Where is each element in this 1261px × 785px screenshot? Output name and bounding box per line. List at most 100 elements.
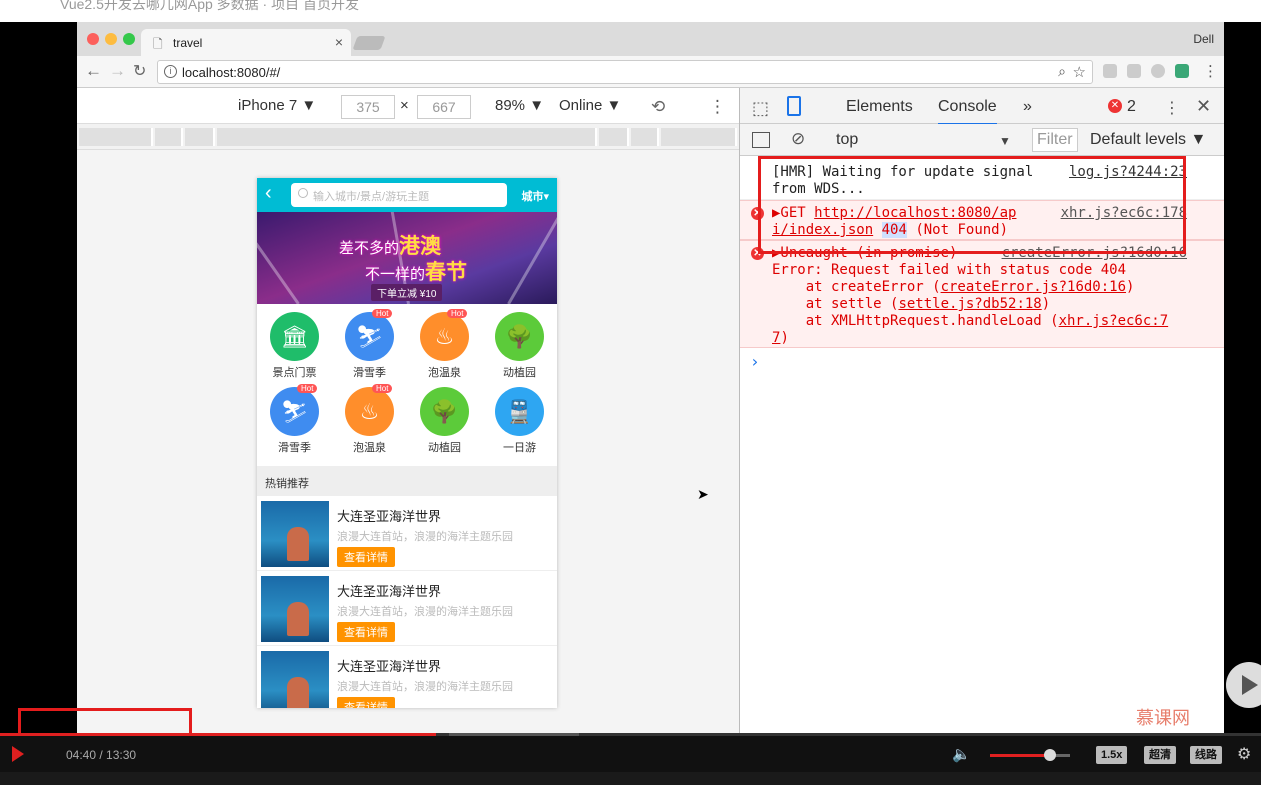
category-label: 滑雪季 <box>278 442 311 454</box>
volume-slider[interactable] <box>990 749 1070 761</box>
route-button[interactable]: 线路 <box>1190 746 1222 764</box>
media-query-segment[interactable] <box>79 128 153 146</box>
detail-button[interactable]: 查看详情 <box>337 622 395 642</box>
search-input[interactable]: 输入城市/景点/游玩主题 <box>291 183 507 207</box>
levels-select[interactable]: Default levels ▼ <box>1090 131 1206 149</box>
extension-icon[interactable] <box>1127 64 1141 78</box>
volume-knob[interactable] <box>1044 749 1056 761</box>
browser-tab[interactable]: 🗋 travel × <box>141 29 351 56</box>
close-devtools-icon[interactable]: ✕ <box>1196 96 1211 117</box>
close-tab-icon[interactable]: × <box>335 34 343 50</box>
detail-button[interactable]: 查看详情 <box>337 697 395 708</box>
context-dropdown-icon[interactable]: ▼ <box>999 134 1011 148</box>
menu-dots-icon[interactable]: ⋮ <box>1203 62 1218 80</box>
tab-console[interactable]: Console <box>938 98 997 125</box>
category-icon: 🚆 <box>495 387 544 436</box>
volume-level <box>990 754 1050 757</box>
more-tabs-icon[interactable]: » <box>1023 98 1032 116</box>
network-select[interactable]: Online ▼ <box>559 97 621 114</box>
category-icon: 🏛 <box>270 312 319 361</box>
stack-frame: at XMLHttpRequest.handleLoad (xhr.js?ec6… <box>772 313 1169 329</box>
zoom-select[interactable]: 89% ▼ <box>495 97 544 114</box>
phone-screen: ‹ 输入城市/景点/游玩主题 城市▾ 差不多的港澳 不一样的春节 下单立减 ¥1… <box>257 178 557 708</box>
gear-icon[interactable]: ⚙ <box>1237 744 1251 764</box>
console-toolbar: ⊘ top ▼ Filter Default levels ▼ <box>740 124 1224 156</box>
media-query-segment[interactable] <box>185 128 215 146</box>
back-arrow-icon[interactable]: ← <box>85 61 102 81</box>
settings-menu-icon[interactable]: ⋮ <box>1164 98 1180 118</box>
profile-name[interactable]: Dell <box>1193 32 1214 46</box>
media-query-segment[interactable] <box>631 128 659 146</box>
inspect-icon[interactable]: ⬚ <box>752 98 769 119</box>
category-icon: 🌳 <box>420 387 469 436</box>
list-item[interactable]: 大连圣亚海洋世界 浪漫大连首站，浪漫的海洋主题乐园 查看详情 <box>257 646 557 708</box>
list-item[interactable]: 大连圣亚海洋世界 浪漫大连首站，浪漫的海洋主题乐园 查看详情 <box>257 496 557 571</box>
tab-elements[interactable]: Elements <box>846 98 913 116</box>
banner-swiper[interactable]: 差不多的港澳 不一样的春节 下单立减 ¥10 <box>257 212 557 304</box>
category-icon-item[interactable]: 🏛 景点门票 <box>257 308 332 383</box>
category-label: 滑雪季 <box>353 367 386 379</box>
forward-arrow-icon[interactable]: → <box>109 61 126 81</box>
category-icon-item[interactable]: 🚆 一日游 <box>482 383 557 458</box>
browser-window: 🗋 travel × Dell ← → ↻ i localhost:8080/#… <box>77 22 1224 734</box>
bookmark-star-icon[interactable]: ☆ <box>1073 63 1086 81</box>
error-badge-icon[interactable]: ✕ <box>1108 99 1122 113</box>
height-field[interactable]: 667 <box>417 95 471 119</box>
new-tab-button[interactable] <box>352 36 386 50</box>
category-icon: ♨ <box>420 312 469 361</box>
context-select[interactable]: top <box>836 131 858 149</box>
search-placeholder: 输入城市/景点/游玩主题 <box>313 191 430 203</box>
sidebar-toggle-icon[interactable] <box>752 132 770 148</box>
stack-frame: 7) <box>772 330 789 346</box>
device-menu-icon[interactable]: ⋮ <box>709 97 726 117</box>
minimize-window-button[interactable] <box>105 33 117 45</box>
banner-badge: 下单立减 ¥10 <box>371 284 443 301</box>
device-toggle-icon[interactable] <box>787 96 801 116</box>
extension-icon[interactable] <box>1103 64 1117 78</box>
back-icon[interactable]: ‹ <box>265 182 272 205</box>
highlight-box <box>758 156 1186 254</box>
category-icon-item[interactable]: ⛷ Hot 滑雪季 <box>332 308 407 383</box>
volume-icon[interactable]: 🔈 <box>952 745 971 763</box>
category-icon-item[interactable]: 🌳 动植园 <box>482 308 557 383</box>
category-icon-item[interactable]: ⛷ Hot 滑雪季 <box>257 383 332 458</box>
console-prompt[interactable]: › <box>750 352 760 371</box>
error-count[interactable]: 2 <box>1127 98 1136 116</box>
rotate-icon[interactable]: ⟲ <box>651 97 665 117</box>
video-title: Vue2.5开发去哪儿网App 多数据 · 项目 首页开发 <box>60 0 359 12</box>
list-item[interactable]: 大连圣亚海洋世界 浪漫大连首站，浪漫的海洋主题乐园 查看详情 <box>257 571 557 646</box>
hot-badge: Hot <box>447 309 468 318</box>
filter-input[interactable]: Filter <box>1032 128 1078 152</box>
category-icon-item[interactable]: 🌳 动植园 <box>407 383 482 458</box>
close-window-button[interactable] <box>87 33 99 45</box>
speed-button[interactable]: 1.5x <box>1096 746 1128 764</box>
reload-icon[interactable]: ↻ <box>133 61 146 81</box>
url-input[interactable]: i localhost:8080/#/ ⌕ ☆ <box>157 60 1093 84</box>
clear-console-icon[interactable]: ⊘ <box>791 129 805 149</box>
category-label: 景点门票 <box>272 367 317 379</box>
category-icon-item[interactable]: ♨ Hot 泡温泉 <box>332 383 407 458</box>
stack-frame: at settle (settle.js?db52:18) <box>772 296 1051 312</box>
zoom-icon[interactable]: ⌕ <box>1058 63 1066 80</box>
next-video-button[interactable] <box>1226 662 1261 708</box>
media-query-segment[interactable] <box>599 128 629 146</box>
category-icon-item[interactable]: ♨ Hot 泡温泉 <box>407 308 482 383</box>
city-button[interactable]: 城市▾ <box>521 188 549 204</box>
media-query-segment[interactable] <box>661 128 737 146</box>
media-query-segment[interactable] <box>155 128 183 146</box>
quality-button[interactable]: 超清 <box>1144 746 1176 764</box>
times-sign: × <box>400 97 409 114</box>
item-title: 大连圣亚海洋世界 <box>337 659 442 674</box>
maximize-window-button[interactable] <box>123 33 135 45</box>
banner-light-beam <box>507 212 557 304</box>
extension-icon[interactable] <box>1151 64 1165 78</box>
detail-button[interactable]: 查看详情 <box>337 547 395 567</box>
play-icon[interactable] <box>12 746 24 762</box>
vue-devtools-icon[interactable] <box>1175 64 1189 78</box>
width-field[interactable]: 375 <box>341 95 395 119</box>
item-title: 大连圣亚海洋世界 <box>337 584 442 599</box>
device-select[interactable]: iPhone 7 ▼ <box>238 97 316 114</box>
stack-frame: at createError (createError.js?16d0:16) <box>772 279 1135 295</box>
media-query-segment[interactable] <box>217 128 597 146</box>
info-icon[interactable]: i <box>164 65 177 78</box>
